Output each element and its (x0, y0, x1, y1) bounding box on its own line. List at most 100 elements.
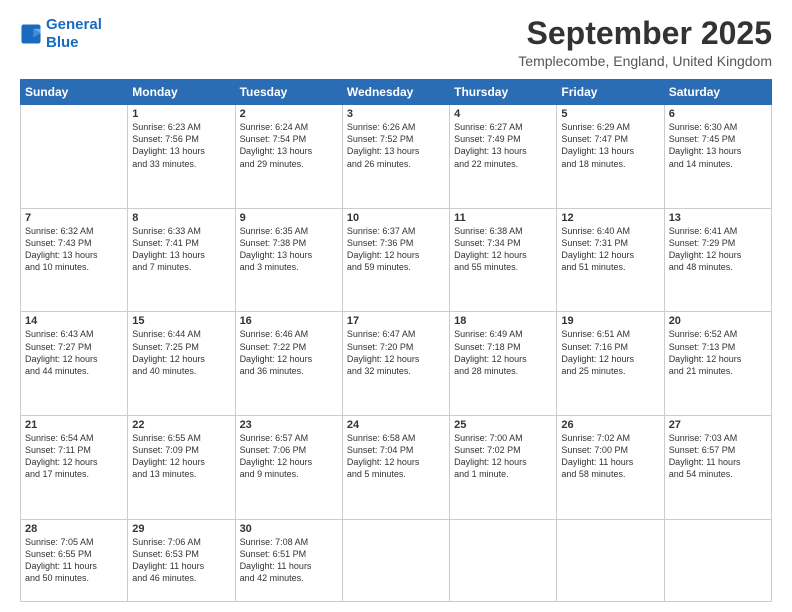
day-number: 27 (669, 419, 767, 431)
day-number: 14 (25, 315, 123, 327)
day-number: 30 (240, 523, 338, 535)
day-number: 23 (240, 419, 338, 431)
day-number: 4 (454, 108, 552, 120)
day-info: Sunrise: 6:33 AM Sunset: 7:41 PM Dayligh… (132, 225, 230, 274)
day-number: 13 (669, 212, 767, 224)
day-number: 24 (347, 419, 445, 431)
col-tuesday: Tuesday (235, 80, 342, 105)
day-number: 12 (561, 212, 659, 224)
day-info: Sunrise: 6:29 AM Sunset: 7:47 PM Dayligh… (561, 121, 659, 170)
calendar-cell: 30Sunrise: 7:08 AM Sunset: 6:51 PM Dayli… (235, 519, 342, 601)
calendar-cell (664, 519, 771, 601)
day-info: Sunrise: 6:40 AM Sunset: 7:31 PM Dayligh… (561, 225, 659, 274)
calendar-cell: 5Sunrise: 6:29 AM Sunset: 7:47 PM Daylig… (557, 105, 664, 209)
col-sunday: Sunday (21, 80, 128, 105)
day-info: Sunrise: 6:57 AM Sunset: 7:06 PM Dayligh… (240, 432, 338, 481)
day-number: 18 (454, 315, 552, 327)
calendar-cell: 16Sunrise: 6:46 AM Sunset: 7:22 PM Dayli… (235, 312, 342, 416)
day-info: Sunrise: 6:38 AM Sunset: 7:34 PM Dayligh… (454, 225, 552, 274)
col-thursday: Thursday (450, 80, 557, 105)
calendar-cell: 29Sunrise: 7:06 AM Sunset: 6:53 PM Dayli… (128, 519, 235, 601)
day-info: Sunrise: 6:54 AM Sunset: 7:11 PM Dayligh… (25, 432, 123, 481)
day-info: Sunrise: 6:27 AM Sunset: 7:49 PM Dayligh… (454, 121, 552, 170)
day-info: Sunrise: 6:52 AM Sunset: 7:13 PM Dayligh… (669, 328, 767, 377)
calendar-cell: 14Sunrise: 6:43 AM Sunset: 7:27 PM Dayli… (21, 312, 128, 416)
month-title: September 2025 (518, 16, 772, 51)
calendar-cell: 18Sunrise: 6:49 AM Sunset: 7:18 PM Dayli… (450, 312, 557, 416)
day-number: 19 (561, 315, 659, 327)
day-info: Sunrise: 6:47 AM Sunset: 7:20 PM Dayligh… (347, 328, 445, 377)
day-info: Sunrise: 6:35 AM Sunset: 7:38 PM Dayligh… (240, 225, 338, 274)
day-info: Sunrise: 7:03 AM Sunset: 6:57 PM Dayligh… (669, 432, 767, 481)
calendar-cell: 23Sunrise: 6:57 AM Sunset: 7:06 PM Dayli… (235, 415, 342, 519)
calendar-cell: 19Sunrise: 6:51 AM Sunset: 7:16 PM Dayli… (557, 312, 664, 416)
day-number: 22 (132, 419, 230, 431)
header: General Blue September 2025 Templecombe,… (20, 16, 772, 69)
day-info: Sunrise: 7:08 AM Sunset: 6:51 PM Dayligh… (240, 536, 338, 585)
logo-icon (20, 23, 42, 45)
day-number: 8 (132, 212, 230, 224)
day-info: Sunrise: 6:51 AM Sunset: 7:16 PM Dayligh… (561, 328, 659, 377)
week-row-2: 7Sunrise: 6:32 AM Sunset: 7:43 PM Daylig… (21, 208, 772, 312)
day-info: Sunrise: 6:37 AM Sunset: 7:36 PM Dayligh… (347, 225, 445, 274)
day-number: 1 (132, 108, 230, 120)
title-block: September 2025 Templecombe, England, Uni… (518, 16, 772, 69)
calendar-cell (342, 519, 449, 601)
calendar-cell: 2Sunrise: 6:24 AM Sunset: 7:54 PM Daylig… (235, 105, 342, 209)
calendar-cell: 11Sunrise: 6:38 AM Sunset: 7:34 PM Dayli… (450, 208, 557, 312)
day-info: Sunrise: 6:55 AM Sunset: 7:09 PM Dayligh… (132, 432, 230, 481)
calendar-cell: 21Sunrise: 6:54 AM Sunset: 7:11 PM Dayli… (21, 415, 128, 519)
col-saturday: Saturday (664, 80, 771, 105)
day-info: Sunrise: 7:06 AM Sunset: 6:53 PM Dayligh… (132, 536, 230, 585)
day-info: Sunrise: 6:44 AM Sunset: 7:25 PM Dayligh… (132, 328, 230, 377)
calendar-cell: 13Sunrise: 6:41 AM Sunset: 7:29 PM Dayli… (664, 208, 771, 312)
calendar-cell: 9Sunrise: 6:35 AM Sunset: 7:38 PM Daylig… (235, 208, 342, 312)
logo-line1: General (46, 16, 102, 33)
calendar-cell: 26Sunrise: 7:02 AM Sunset: 7:00 PM Dayli… (557, 415, 664, 519)
calendar-cell: 4Sunrise: 6:27 AM Sunset: 7:49 PM Daylig… (450, 105, 557, 209)
col-wednesday: Wednesday (342, 80, 449, 105)
week-row-3: 14Sunrise: 6:43 AM Sunset: 7:27 PM Dayli… (21, 312, 772, 416)
calendar-cell: 24Sunrise: 6:58 AM Sunset: 7:04 PM Dayli… (342, 415, 449, 519)
day-info: Sunrise: 6:49 AM Sunset: 7:18 PM Dayligh… (454, 328, 552, 377)
day-number: 10 (347, 212, 445, 224)
calendar-cell: 22Sunrise: 6:55 AM Sunset: 7:09 PM Dayli… (128, 415, 235, 519)
day-number: 25 (454, 419, 552, 431)
calendar-cell (21, 105, 128, 209)
day-number: 5 (561, 108, 659, 120)
day-info: Sunrise: 6:30 AM Sunset: 7:45 PM Dayligh… (669, 121, 767, 170)
calendar-cell: 17Sunrise: 6:47 AM Sunset: 7:20 PM Dayli… (342, 312, 449, 416)
calendar-cell: 27Sunrise: 7:03 AM Sunset: 6:57 PM Dayli… (664, 415, 771, 519)
day-info: Sunrise: 6:32 AM Sunset: 7:43 PM Dayligh… (25, 225, 123, 274)
location-subtitle: Templecombe, England, United Kingdom (518, 53, 772, 69)
day-number: 17 (347, 315, 445, 327)
calendar-cell: 15Sunrise: 6:44 AM Sunset: 7:25 PM Dayli… (128, 312, 235, 416)
calendar-cell: 20Sunrise: 6:52 AM Sunset: 7:13 PM Dayli… (664, 312, 771, 416)
calendar-cell: 3Sunrise: 6:26 AM Sunset: 7:52 PM Daylig… (342, 105, 449, 209)
calendar-cell: 7Sunrise: 6:32 AM Sunset: 7:43 PM Daylig… (21, 208, 128, 312)
day-number: 20 (669, 315, 767, 327)
day-info: Sunrise: 6:23 AM Sunset: 7:56 PM Dayligh… (132, 121, 230, 170)
col-monday: Monday (128, 80, 235, 105)
col-friday: Friday (557, 80, 664, 105)
week-row-5: 28Sunrise: 7:05 AM Sunset: 6:55 PM Dayli… (21, 519, 772, 601)
day-info: Sunrise: 7:05 AM Sunset: 6:55 PM Dayligh… (25, 536, 123, 585)
day-number: 2 (240, 108, 338, 120)
week-row-1: 1Sunrise: 6:23 AM Sunset: 7:56 PM Daylig… (21, 105, 772, 209)
day-info: Sunrise: 7:00 AM Sunset: 7:02 PM Dayligh… (454, 432, 552, 481)
calendar-cell: 25Sunrise: 7:00 AM Sunset: 7:02 PM Dayli… (450, 415, 557, 519)
day-number: 29 (132, 523, 230, 535)
logo-line2: Blue (46, 34, 79, 51)
calendar-cell (557, 519, 664, 601)
calendar-cell (450, 519, 557, 601)
day-info: Sunrise: 7:02 AM Sunset: 7:00 PM Dayligh… (561, 432, 659, 481)
day-number: 6 (669, 108, 767, 120)
page: General Blue September 2025 Templecombe,… (0, 0, 792, 612)
logo-text: General Blue (46, 16, 102, 52)
day-number: 28 (25, 523, 123, 535)
calendar-cell: 8Sunrise: 6:33 AM Sunset: 7:41 PM Daylig… (128, 208, 235, 312)
calendar-cell: 1Sunrise: 6:23 AM Sunset: 7:56 PM Daylig… (128, 105, 235, 209)
day-number: 7 (25, 212, 123, 224)
day-info: Sunrise: 6:43 AM Sunset: 7:27 PM Dayligh… (25, 328, 123, 377)
day-number: 16 (240, 315, 338, 327)
